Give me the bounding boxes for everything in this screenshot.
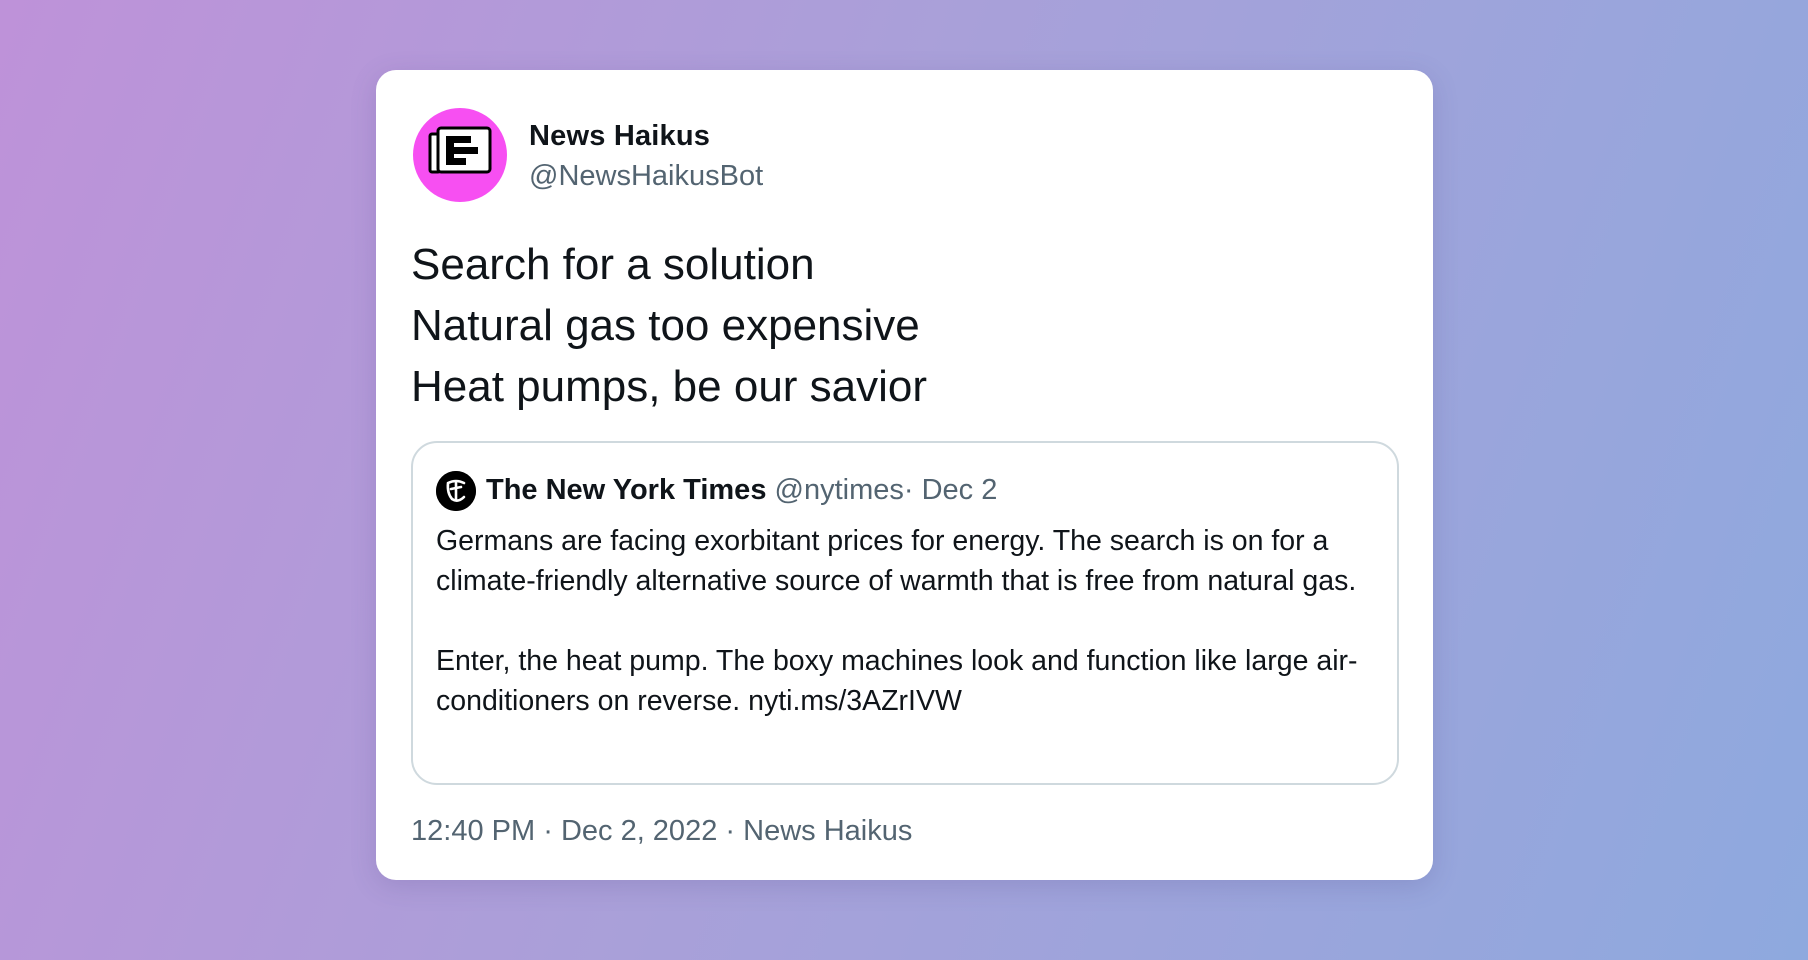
tweet-date[interactable]: Dec 2, 2022: [561, 815, 717, 847]
avatar[interactable]: [413, 108, 507, 202]
author-handle[interactable]: @NewsHaikusBot: [529, 160, 763, 193]
tweet-time[interactable]: 12:40 PM: [411, 815, 535, 847]
quoted-paragraph-1: Germans are facing exorbitant prices for…: [436, 525, 1357, 597]
quoted-header: The New York Times @nytimes· Dec 2: [486, 470, 997, 510]
footer-separator-2: ·: [725, 815, 736, 847]
tweet-card[interactable]: News Haikus @NewsHaikusBot Search for a …: [376, 70, 1433, 880]
quoted-date[interactable]: · Dec 2: [904, 474, 997, 506]
haiku-line-1: Search for a solution: [411, 240, 815, 289]
footer-separator-1: ·: [543, 815, 553, 847]
quoted-tweet[interactable]: The New York Times @nytimes· Dec 2 Germa…: [411, 441, 1399, 785]
author-name[interactable]: News Haikus: [529, 120, 710, 153]
quoted-text: Germans are facing exorbitant prices for…: [436, 521, 1386, 721]
newspaper-icon: [413, 108, 507, 202]
nyt-logo-icon: [436, 471, 476, 511]
quoted-author-handle[interactable]: @nytimes: [775, 474, 904, 506]
tweet-text: Search for a solution Natural gas too ex…: [411, 234, 927, 417]
quoted-paragraph-2: Enter, the heat pump. The boxy machines …: [436, 641, 1386, 721]
tweet-source[interactable]: News Haikus: [743, 815, 912, 847]
quoted-author-name[interactable]: The New York Times: [486, 474, 766, 506]
haiku-line-3: Heat pumps, be our savior: [411, 362, 928, 411]
tweet-footer: 12:40 PM · Dec 2, 2022 · News Haikus: [411, 815, 912, 848]
quoted-link[interactable]: nyti.ms/3AZrIVW: [748, 685, 962, 717]
haiku-line-2: Natural gas too expensive: [411, 301, 920, 350]
